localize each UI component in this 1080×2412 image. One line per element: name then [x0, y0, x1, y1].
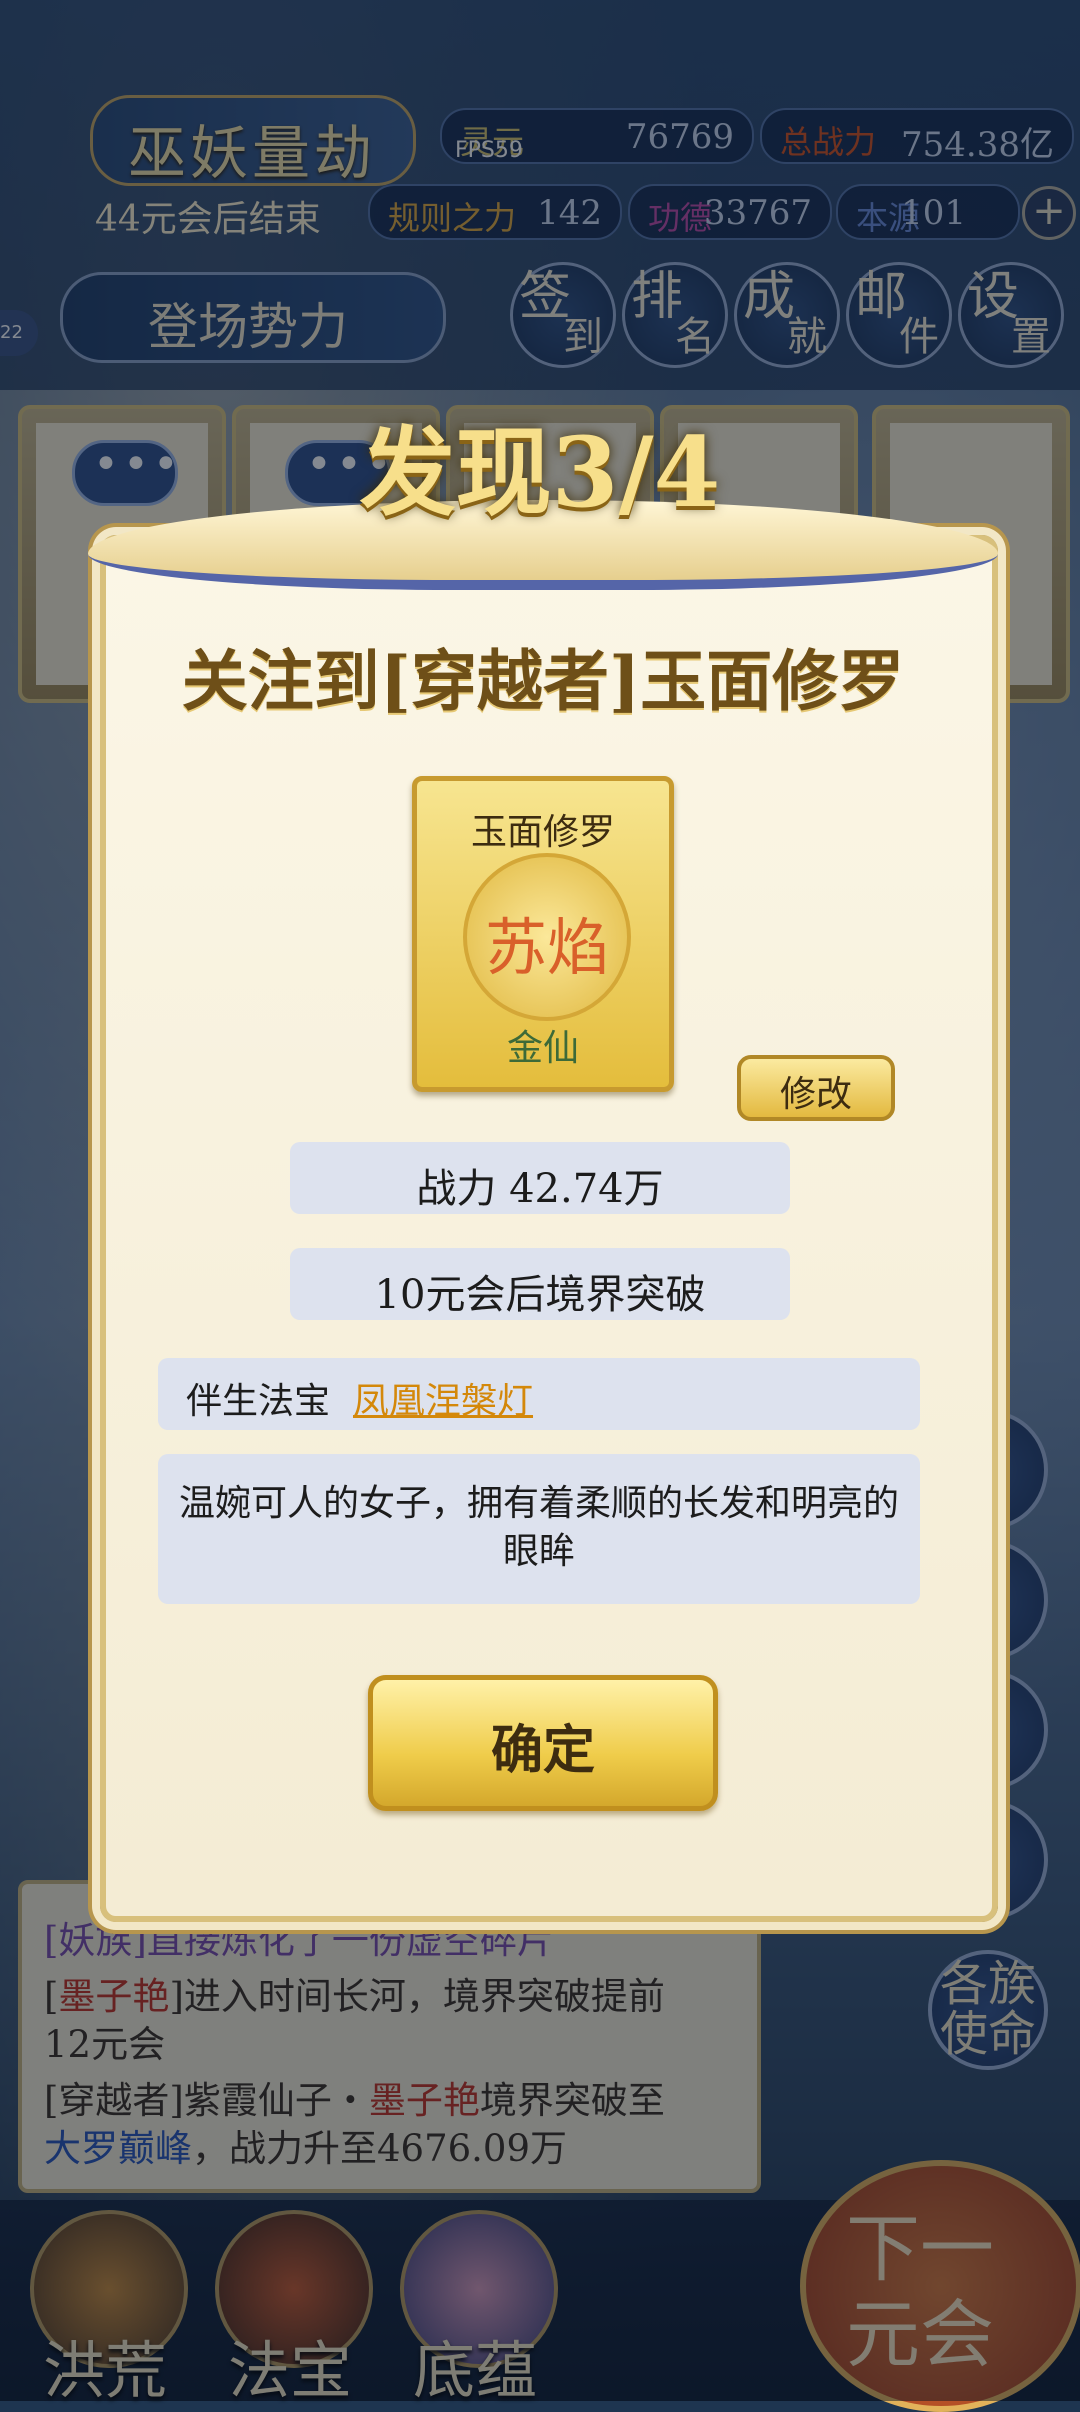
- power-text: 战力 42.74万: [416, 1166, 664, 1212]
- treasure-label: 伴生法宝: [186, 1381, 331, 1422]
- edit-button[interactable]: 修改: [737, 1055, 895, 1121]
- character-card: 玉面修罗 苏焰 金仙: [412, 776, 674, 1092]
- power-display: 战力 42.74万: [290, 1142, 790, 1214]
- treasure-row: 伴生法宝 凤凰涅槃灯: [158, 1358, 920, 1430]
- breakthrough-text: 10元会后境界突破: [374, 1272, 706, 1318]
- breakthrough-display: 10元会后境界突破: [290, 1248, 790, 1320]
- card-rank: 金仙: [506, 1028, 579, 1069]
- card-seal: 苏焰: [463, 853, 631, 1021]
- confirm-button[interactable]: 确定: [368, 1675, 718, 1811]
- notice-title: 关注到[穿越者]玉面修罗: [181, 642, 905, 720]
- card-title: 玉面修罗: [470, 812, 615, 853]
- treasure-link[interactable]: 凤凰涅槃灯: [353, 1372, 533, 1424]
- discovery-counter: 发现3/4: [359, 416, 721, 529]
- description-text: 温婉可人的女子，拥有着柔顺的长发和明亮的眼眸: [178, 1483, 899, 1572]
- card-character-name: 苏焰: [484, 911, 609, 984]
- confirm-label: 确定: [490, 1720, 595, 1781]
- edit-label: 修改: [779, 1074, 852, 1115]
- description-box: 温婉可人的女子，拥有着柔顺的长发和明亮的眼眸: [158, 1454, 920, 1604]
